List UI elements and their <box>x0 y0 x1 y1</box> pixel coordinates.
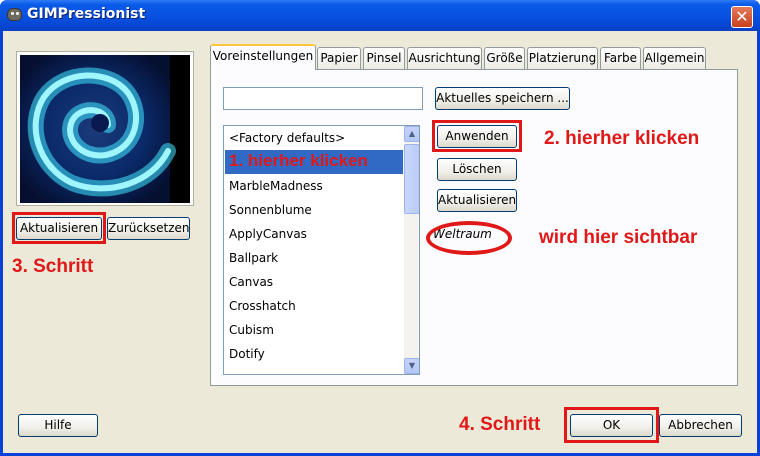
refresh-button[interactable]: Aktualisieren <box>437 189 517 212</box>
scroll-thumb[interactable] <box>404 144 419 214</box>
annotation-visible-here: wird hier sichtbar <box>539 227 698 248</box>
tab-pinsel[interactable]: Pinsel <box>363 47 405 69</box>
close-icon: ✕ <box>735 7 749 26</box>
list-item[interactable]: Ballpark <box>225 246 403 270</box>
annotation-ellipse <box>426 221 512 255</box>
tab-groesse[interactable]: Größe <box>484 47 525 69</box>
annotation-step1: 1. hierher klicken <box>229 151 368 170</box>
scroll-down-button[interactable]: ▼ <box>404 358 419 374</box>
help-button[interactable]: Hilfe <box>18 414 98 437</box>
preview-reset-button[interactable]: Zurücksetzen <box>107 217 190 240</box>
scroll-up-button[interactable]: ▲ <box>404 126 419 142</box>
gimp-app-icon <box>7 8 22 21</box>
list-item[interactable]: Dotify <box>225 342 403 366</box>
list-item[interactable]: Crosshatch <box>225 294 403 318</box>
window-title: GIMPressionist <box>27 6 146 22</box>
preset-name-input[interactable] <box>223 87 423 110</box>
chevron-down-icon: ▼ <box>408 361 416 370</box>
delete-button[interactable]: Löschen <box>437 158 517 181</box>
title-bar[interactable]: GIMPressionist ✕ <box>0 0 760 31</box>
annotation-box-step3 <box>12 212 106 244</box>
close-button[interactable]: ✕ <box>731 6 753 28</box>
annotation-step4: 4. Schritt <box>459 414 541 435</box>
save-current-button[interactable]: Aktuelles speichern ... <box>435 87 570 110</box>
list-item[interactable]: ApplyCanvas <box>225 222 403 246</box>
tab-farbe[interactable]: Farbe <box>600 47 641 69</box>
list-item[interactable]: Canvas <box>225 270 403 294</box>
preview-image <box>20 55 190 203</box>
annotation-step2: 2. hierher klicken <box>544 128 700 149</box>
annotation-step3: 3. Schritt <box>12 256 94 277</box>
cancel-button[interactable]: Abbrechen <box>659 414 742 437</box>
tab-ausrichtung[interactable]: Ausrichtung <box>407 47 482 69</box>
tab-papier[interactable]: Papier <box>317 47 361 69</box>
preview-frame <box>16 51 194 206</box>
annotation-box-step4 <box>564 407 659 443</box>
tab-platzierung[interactable]: Platzierung <box>527 47 598 69</box>
chevron-up-icon: ▲ <box>408 129 416 138</box>
dialog-content: Aktualisieren Zurücksetzen Voreinstellun… <box>3 31 757 453</box>
tab-allgemein[interactable]: Allgemein <box>643 47 706 69</box>
dialog-window: GIMPressionist ✕ Aktualisieren Zurückset… <box>0 0 760 456</box>
list-item[interactable]: Sonnenblume <box>225 198 403 222</box>
list-scrollbar[interactable]: ▲ ▼ <box>404 126 419 374</box>
list-item[interactable]: <Factory defaults> <box>225 126 403 150</box>
list-item[interactable]: MarbleMadness <box>225 174 403 198</box>
list-item[interactable]: Cubism <box>225 318 403 342</box>
annotation-box-step2 <box>432 120 522 152</box>
tab-voreinstellungen[interactable]: Voreinstellungen <box>210 44 316 70</box>
spiral-preview-graphic <box>20 55 190 203</box>
